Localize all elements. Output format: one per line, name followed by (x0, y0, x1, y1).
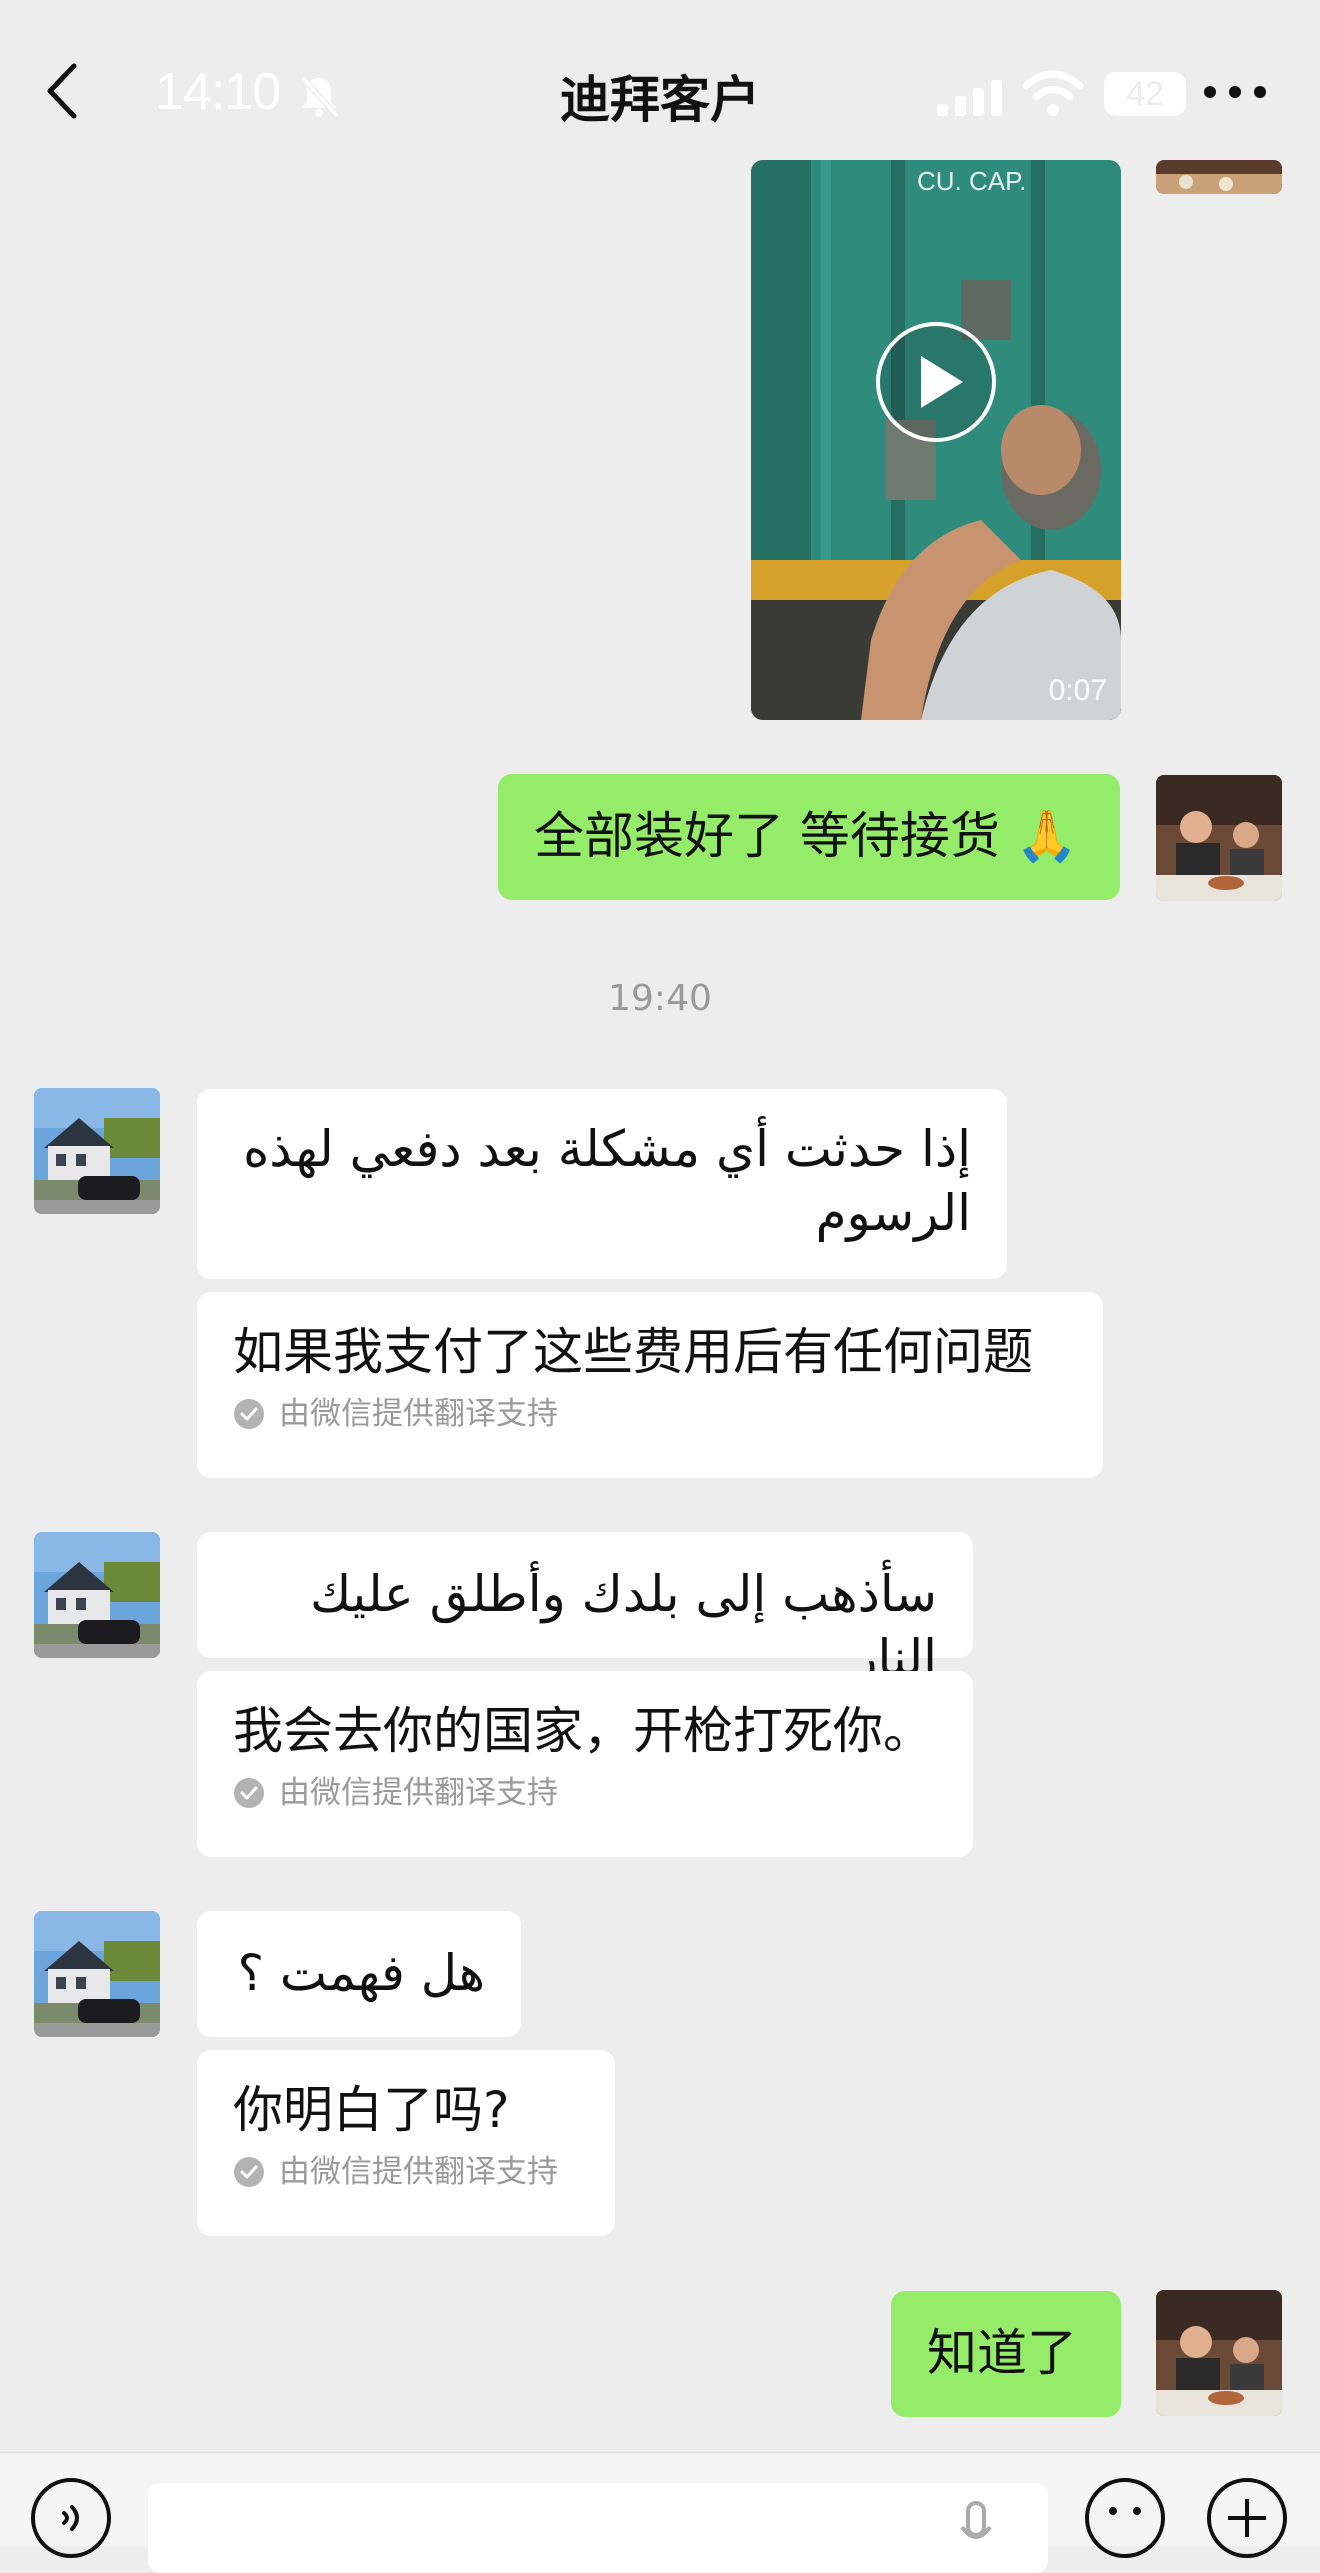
translation-note: 由微信提供翻译支持 (233, 2152, 579, 2192)
received-message-bubble[interactable]: إذا حدثت أي مشكلة بعد دفعي لهذه الرسوم (197, 1089, 1007, 1279)
check-icon (234, 1399, 264, 1429)
translation-bubble[interactable]: 你明白了吗? 由微信提供翻译支持 (197, 2050, 615, 2236)
translation-bubble[interactable]: 我会去你的国家，开枪打死你。 由微信提供翻译支持 (197, 1671, 973, 1857)
chat-header: 14:10 迪拜客户 42 (0, 0, 1320, 160)
translation-note-text: 由微信提供翻译支持 (279, 1396, 558, 1432)
emoji-icon[interactable] (1082, 2475, 1168, 2561)
translation-text: 如果我支付了这些费用后有任何问题 (233, 1323, 1033, 1381)
my-avatar[interactable] (1156, 775, 1282, 901)
contact-avatar[interactable] (34, 1532, 160, 1658)
received-message-bubble[interactable]: سأذهب إلى بلدك وأطلق عليك النار (197, 1532, 973, 1687)
contact-avatar[interactable] (34, 1911, 160, 2037)
sent-message-bubble[interactable]: 全部装好了 等待接货 🙏 (498, 774, 1120, 900)
voice-icon[interactable] (28, 2475, 114, 2561)
translation-bubble[interactable]: 如果我支付了这些费用后有任何问题 由微信提供翻译支持 (197, 1292, 1103, 1478)
message-text-arabic: هل فهمت ؟ (237, 1944, 485, 2002)
message-text-arabic: إذا حدثت أي مشكلة بعد دفعي لهذه الرسوم (243, 1120, 971, 1242)
contact-avatar[interactable] (34, 1088, 160, 1214)
my-avatar[interactable] (1156, 2290, 1282, 2416)
container-marking: CU. CAP. (917, 166, 1026, 196)
translation-text: 你明白了吗? (233, 2081, 510, 2139)
mic-icon[interactable] (956, 2499, 996, 2559)
translation-text: 我会去你的国家，开枪打死你。 (233, 1702, 933, 1760)
emoji-icon: 🙏 (1015, 807, 1079, 865)
input-bar (0, 2452, 1320, 2573)
check-icon (234, 1778, 264, 1808)
message-text-arabic: سأذهب إلى بلدك وأطلق عليك النار (310, 1565, 937, 1687)
video-thumbnail: CU. CAP. (751, 160, 1121, 720)
plus-icon[interactable] (1204, 2475, 1290, 2561)
message-text: 知道了 (927, 2324, 1077, 2382)
translation-note: 由微信提供翻译支持 (233, 1773, 937, 1813)
video-duration: 0:07 (1048, 674, 1107, 707)
translation-note-text: 由微信提供翻译支持 (279, 1775, 558, 1811)
more-icon[interactable] (1200, 82, 1270, 102)
signal-icon (937, 80, 1002, 116)
chat-timestamp: 19:40 (608, 978, 712, 1019)
message-input[interactable] (148, 2483, 1048, 2573)
message-text: 全部装好了 等待接货 (534, 807, 1000, 865)
wifi-icon (1022, 70, 1084, 116)
translation-note: 由微信提供翻译支持 (233, 1394, 1067, 1434)
my-avatar[interactable] (1156, 160, 1282, 194)
video-message[interactable]: CU. CAP. 0:07 (751, 160, 1121, 720)
sent-message-bubble[interactable]: 知道了 (891, 2291, 1121, 2417)
battery-indicator: 42 (1104, 72, 1186, 116)
received-message-bubble[interactable]: هل فهمت ؟ (197, 1911, 521, 2037)
translation-note-text: 由微信提供翻译支持 (279, 2154, 558, 2190)
check-icon (234, 2157, 264, 2187)
